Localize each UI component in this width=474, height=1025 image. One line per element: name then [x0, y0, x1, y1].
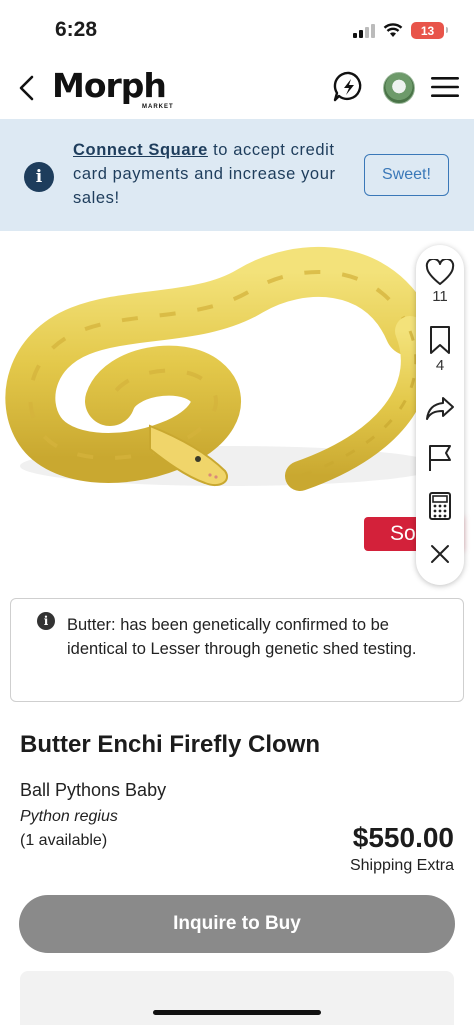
nav-bar: Morph MARKET	[0, 62, 474, 116]
flag-icon	[429, 445, 451, 471]
like-action[interactable]: 11	[424, 259, 456, 305]
listing-category[interactable]: Ball Pythons Baby	[20, 780, 166, 801]
back-icon[interactable]	[14, 72, 40, 104]
flag-action[interactable]	[424, 443, 456, 473]
calculator-icon	[429, 492, 451, 520]
status-time: 6:28	[55, 18, 98, 41]
action-rail: 11 4	[416, 245, 464, 585]
share-icon	[426, 397, 454, 420]
status-bar: 6:28 13	[0, 0, 474, 60]
heart-icon	[425, 259, 455, 285]
banner-text: Connect Square to accept credit card pay…	[73, 138, 353, 210]
note-text: Butter: has been genetically confirmed t…	[67, 616, 417, 658]
connect-square-link[interactable]: Connect Square	[73, 141, 208, 159]
close-action[interactable]	[424, 543, 456, 565]
menu-icon[interactable]	[431, 74, 459, 100]
calculator-action[interactable]	[424, 491, 456, 521]
likes-count: 11	[432, 288, 448, 305]
signal-icon	[353, 23, 375, 38]
close-icon	[431, 545, 449, 563]
shipping-info: Shipping Extra	[349, 857, 454, 874]
listing-title: Butter Enchi Firefly Clown	[20, 731, 321, 758]
share-action[interactable]	[424, 395, 456, 421]
wifi-icon	[383, 23, 403, 37]
saves-count: 4	[435, 357, 445, 374]
listing-price: $550.00	[352, 822, 454, 853]
home-indicator	[153, 1010, 321, 1015]
avatar[interactable]	[383, 72, 415, 104]
logo-text: Morph	[52, 66, 167, 105]
genetics-note: i Butter: has been genetically confirmed…	[10, 598, 464, 702]
inquire-button[interactable]: Inquire to Buy	[19, 895, 455, 953]
info-icon: i	[37, 612, 55, 630]
chat-icon[interactable]	[332, 70, 366, 104]
save-action[interactable]: 4	[424, 325, 456, 374]
sweet-button[interactable]: Sweet!	[364, 154, 449, 196]
bookmark-icon	[430, 326, 450, 354]
listing-availability: (1 available)	[20, 832, 108, 849]
status-icons: 13	[353, 22, 448, 39]
bottom-card	[20, 971, 454, 1025]
battery-icon: 13	[411, 22, 448, 39]
logo-sub: MARKET	[142, 104, 174, 110]
info-icon: i	[24, 162, 54, 192]
listing-species: Python regius	[20, 808, 118, 825]
morph-market-logo[interactable]: Morph MARKET	[52, 66, 173, 110]
